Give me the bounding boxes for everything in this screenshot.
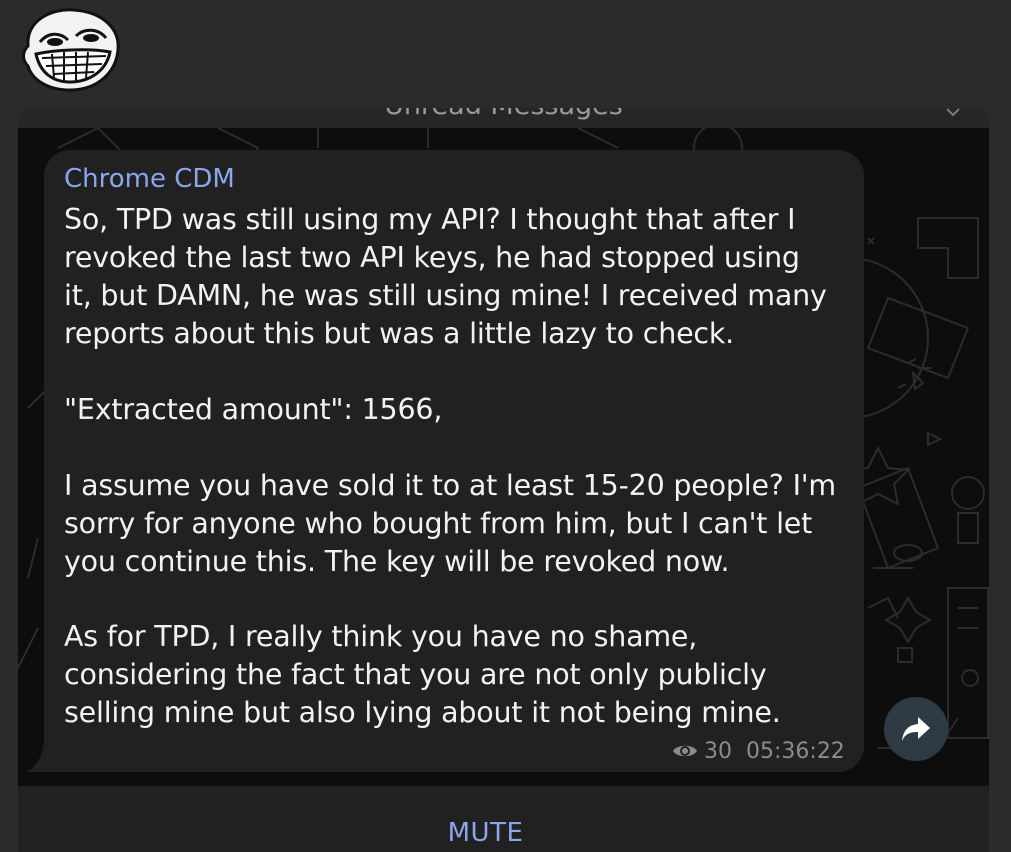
message-text-line: selling mine but also lying about it not… (64, 696, 781, 729)
message-text-line: revoked the last two API keys, he had st… (64, 241, 800, 274)
message-time: 05:36:22 (746, 738, 845, 764)
message-text-line: sorry for anyone who bought from him, bu… (64, 507, 813, 540)
eye-icon (673, 745, 697, 757)
message-text-line: So, TPD was still using my API? I though… (64, 203, 796, 236)
forward-button[interactable] (884, 697, 948, 761)
message-sender[interactable]: Chrome CDM (64, 164, 235, 194)
unread-divider: Unread Messages (18, 108, 989, 128)
message-text-line: you continue this. The key will be revok… (64, 545, 730, 578)
unread-divider-label: Unread Messages (18, 108, 989, 121)
trollface-avatar-icon (22, 8, 120, 92)
channel-avatar[interactable] (18, 6, 122, 92)
message-text-line: it, but DAMN, he was still using mine! I… (64, 279, 827, 312)
message-meta: 30 05:36:22 (672, 736, 845, 766)
message-text-line: "Extracted amount": 1566, (64, 393, 443, 426)
forward-arrow-icon (902, 717, 930, 741)
message-text-line: I assume you have sold it to at least 15… (64, 469, 836, 502)
chat-header (0, 0, 1011, 108)
mute-button[interactable]: MUTE (0, 818, 971, 848)
message-text-line: As for TPD, I really think you have no s… (64, 620, 698, 653)
message-text-line: considering the fact that you are not on… (64, 658, 767, 691)
message-text-line: reports about this but was a little lazy… (64, 317, 735, 350)
chevron-down-icon[interactable] (946, 108, 960, 118)
view-count: 30 (704, 738, 732, 764)
